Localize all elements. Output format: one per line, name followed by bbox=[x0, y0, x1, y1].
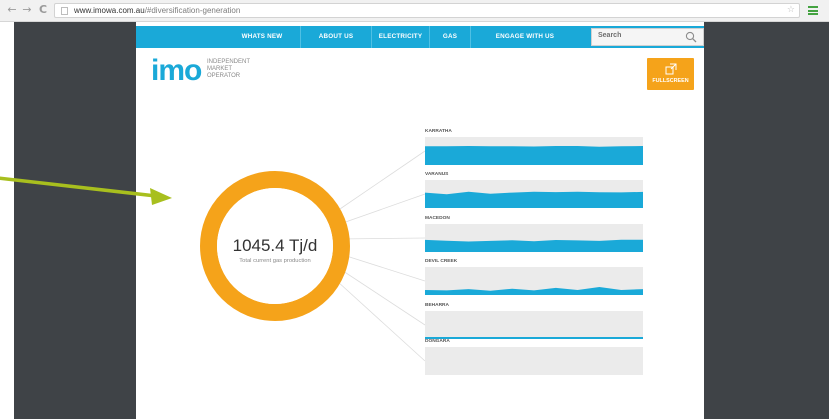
connector-line bbox=[336, 237, 426, 240]
url-path: /#diversification-generation bbox=[144, 6, 241, 15]
production-area bbox=[425, 191, 643, 208]
production-area bbox=[425, 239, 643, 252]
connector-line bbox=[336, 280, 426, 362]
browser-toolbar: ← → C www.imowa.com.au/#diversification-… bbox=[0, 0, 829, 22]
production-area bbox=[425, 337, 643, 339]
left-edge bbox=[0, 22, 14, 419]
connector-line bbox=[336, 193, 426, 226]
forward-arrow-icon[interactable]: → bbox=[20, 3, 34, 17]
producer-label: VARANUS bbox=[425, 171, 449, 177]
gas-production-visualization: KARRATHA VARANUS MACEDON DEVIL CREEK BEHARRA… bbox=[200, 128, 643, 375]
producer-panel bbox=[425, 311, 643, 339]
producer-label: KARRATHA bbox=[425, 128, 452, 134]
producer-label: DEVIL CREEK bbox=[425, 258, 458, 264]
producer-label: DONGARA bbox=[425, 338, 450, 344]
production-area bbox=[425, 146, 643, 165]
producer-label: BEHARRA bbox=[425, 302, 450, 308]
back-arrow-icon[interactable]: ← bbox=[5, 3, 19, 17]
url-text[interactable]: www.imowa.com.au/#diversification-genera… bbox=[74, 5, 240, 17]
browser-menu-icon[interactable] bbox=[808, 6, 818, 15]
website-page: WHATS NEW ABOUT US ELECTRICITY GAS ENGAG… bbox=[136, 22, 704, 419]
url-domain: www.imowa.com.au bbox=[74, 6, 145, 15]
total-production-value: 1045.4 Tj/d bbox=[232, 236, 318, 255]
connector-line bbox=[336, 266, 426, 326]
bookmark-star-icon[interactable]: ☆ bbox=[787, 5, 795, 15]
address-bar[interactable]: www.imowa.com.au/#diversification-genera… bbox=[54, 3, 800, 18]
page-icon bbox=[61, 7, 68, 15]
connector-line bbox=[336, 252, 426, 282]
connector-line bbox=[336, 150, 426, 212]
producer-panel bbox=[425, 347, 643, 375]
reload-icon[interactable]: C bbox=[36, 3, 50, 17]
total-production-caption: Total current gas production bbox=[239, 258, 311, 264]
producer-label: MACEDON bbox=[425, 215, 450, 221]
